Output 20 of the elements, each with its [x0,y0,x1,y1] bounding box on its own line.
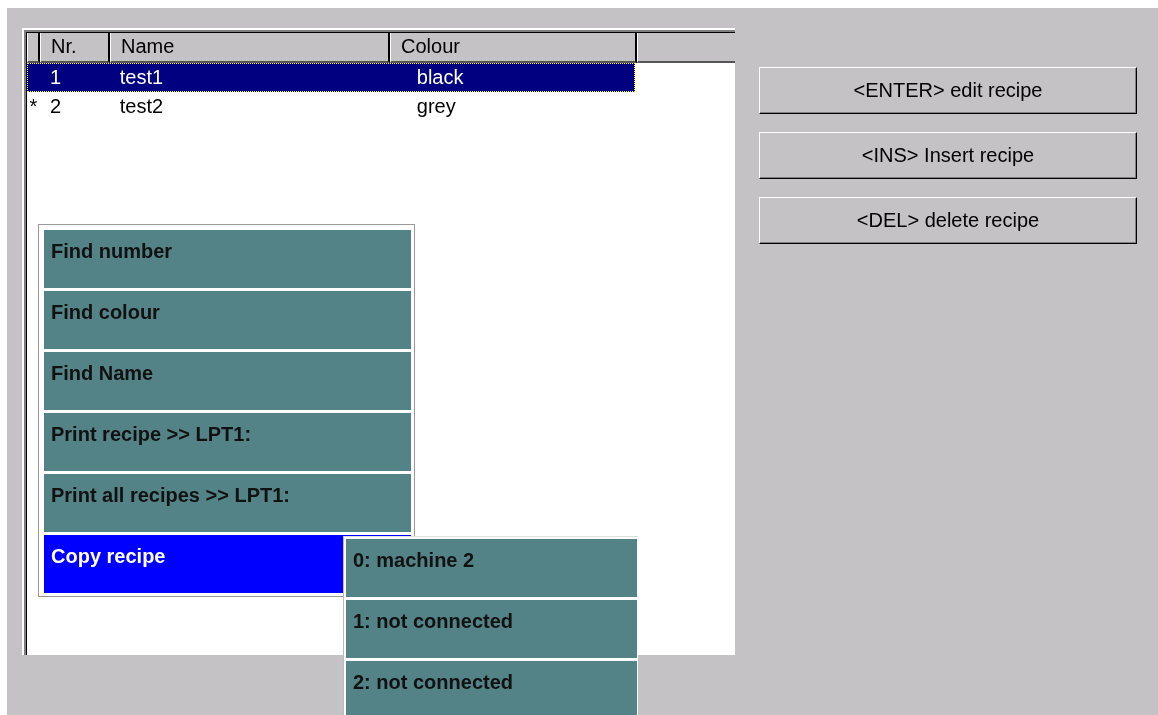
action-button[interactable]: <ENTER> edit recipe [759,67,1137,114]
table-cell-text: 1 [48,66,63,89]
menu-item[interactable]: Print recipe >> LPT1: [44,413,411,471]
menu-item[interactable]: 0: machine 2 [346,539,637,597]
menu-item[interactable]: 2: not connected [346,661,637,715]
action-button[interactable]: <DEL> delete recipe [759,197,1137,244]
menu-item[interactable]: Find number [44,230,411,288]
table-cell-text: 2 [48,95,63,118]
table-row[interactable]: * 2 test2 grey [27,92,635,121]
menu-item[interactable]: 1: not connected [346,600,637,658]
table-cell-text: grey [415,95,457,118]
menu-item[interactable]: Find Name [44,352,411,410]
row-marker: * [28,95,39,118]
table-cell-text: black [415,66,465,89]
menu-item[interactable]: Find colour [44,291,411,349]
action-button[interactable]: <INS> Insert recipe [759,132,1137,179]
table-cell-text: test2 [118,95,165,118]
table-cell-text: test1 [118,66,165,89]
table-row[interactable]: 1 test1 black [27,63,635,92]
menu-item[interactable]: Print all recipes >> LPT1: [44,474,411,532]
